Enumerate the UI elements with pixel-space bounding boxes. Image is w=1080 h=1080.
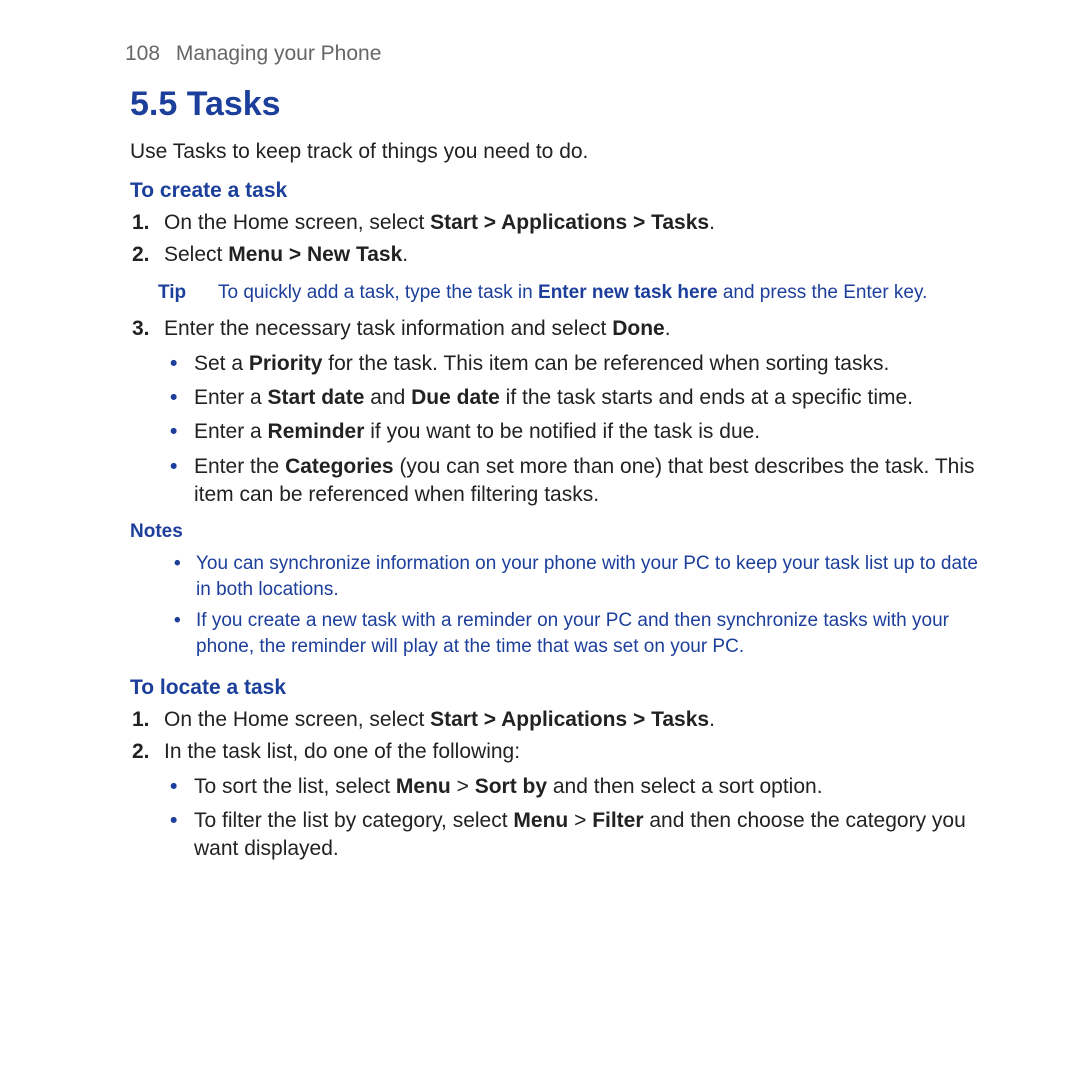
field-start-date: Start date [268, 386, 365, 409]
substep-text: Enter a [194, 420, 268, 443]
substep-text: To filter the list by category, select [194, 809, 513, 832]
step-text: Enter the necessary task information and… [164, 317, 612, 340]
create-task-steps: 1. On the Home screen, select Start > Ap… [130, 209, 990, 270]
create-step-2: 2. Select Menu > New Task. [158, 241, 990, 269]
section-title: 5.5 Tasks [130, 82, 990, 128]
tip-label: Tip [158, 280, 218, 306]
menu-label: Menu [513, 809, 568, 832]
substep-text: > [451, 775, 475, 798]
tip-body: To quickly add a task, type the task in … [218, 280, 990, 306]
step-text: . [665, 317, 671, 340]
locate-task-steps: 1. On the Home screen, select Start > Ap… [130, 706, 990, 767]
sortby-label: Sort by [475, 775, 547, 798]
locate-substeps: To sort the list, select Menu > Sort by … [130, 773, 990, 864]
step-text: Select [164, 243, 228, 266]
substep-text: if you want to be notified if the task i… [364, 420, 760, 443]
tip-block: Tip To quickly add a task, type the task… [158, 280, 990, 306]
chapter-title: Managing your Phone [176, 42, 381, 65]
substep-text: for the task. This item can be reference… [322, 352, 889, 375]
nav-path: Menu > New Task [228, 243, 402, 266]
notes-label: Notes [130, 519, 990, 545]
substep-text: To sort the list, select [194, 775, 396, 798]
substep-text: Set a [194, 352, 249, 375]
locate-task-heading: To locate a task [130, 674, 990, 702]
substep-priority: Set a Priority for the task. This item c… [186, 350, 990, 378]
substep-text: > [568, 809, 592, 832]
intro-text: Use Tasks to keep track of things you ne… [130, 138, 990, 166]
substep-text: and then select a sort option. [547, 775, 823, 798]
tip-text: To quickly add a task, type the task in [218, 282, 538, 303]
step-text: . [709, 708, 715, 731]
nav-path: Start > Applications > Tasks [430, 708, 709, 731]
tip-bold: Enter new task here [538, 282, 718, 303]
create-step-3: 3. Enter the necessary task information … [158, 315, 990, 343]
step-number: 1. [132, 209, 150, 237]
step-text: On the Home screen, select [164, 211, 430, 234]
field-reminder: Reminder [268, 420, 365, 443]
field-due-date: Due date [411, 386, 500, 409]
nav-path: Start > Applications > Tasks [430, 211, 709, 234]
substep-sort: To sort the list, select Menu > Sort by … [186, 773, 990, 801]
step-number: 1. [132, 706, 150, 734]
create-task-heading: To create a task [130, 177, 990, 205]
tip-text: and press the Enter key. [718, 282, 928, 303]
step-text: In the task list, do one of the followin… [164, 740, 520, 763]
substep-filter: To filter the list by category, select M… [186, 807, 990, 864]
filter-label: Filter [592, 809, 643, 832]
field-priority: Priority [249, 352, 323, 375]
step-number: 2. [132, 241, 150, 269]
note-item: If you create a new task with a reminder… [190, 608, 990, 659]
step-text: . [709, 211, 715, 234]
menu-label: Menu [396, 775, 451, 798]
page-number: 108 [125, 42, 160, 65]
substep-reminder: Enter a Reminder if you want to be notif… [186, 418, 990, 446]
substep-text: Enter the [194, 455, 285, 478]
step-text: On the Home screen, select [164, 708, 430, 731]
substep-dates: Enter a Start date and Due date if the t… [186, 384, 990, 412]
field-categories: Categories [285, 455, 394, 478]
substep-text: if the task starts and ends at a specifi… [500, 386, 913, 409]
create-substeps: Set a Priority for the task. This item c… [130, 350, 990, 510]
create-step-1: 1. On the Home screen, select Start > Ap… [158, 209, 990, 237]
locate-step-1: 1. On the Home screen, select Start > Ap… [158, 706, 990, 734]
step-number: 2. [132, 738, 150, 766]
step-number: 3. [132, 315, 150, 343]
page-header: 108 Managing your Phone [125, 40, 990, 68]
substep-categories: Enter the Categories (you can set more t… [186, 453, 990, 510]
action-done: Done [612, 317, 665, 340]
locate-step-2: 2. In the task list, do one of the follo… [158, 738, 990, 766]
note-item: You can synchronize information on your … [190, 551, 990, 602]
notes-list: You can synchronize information on your … [130, 551, 990, 660]
create-task-steps-cont: 3. Enter the necessary task information … [130, 315, 990, 343]
substep-text: and [364, 386, 411, 409]
substep-text: Enter a [194, 386, 268, 409]
step-text: . [402, 243, 408, 266]
